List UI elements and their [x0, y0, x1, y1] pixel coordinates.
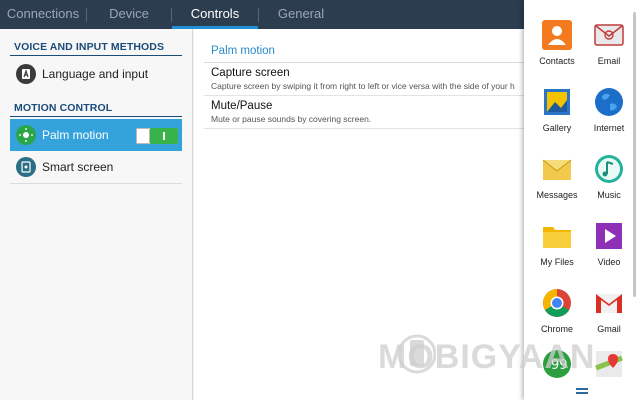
settings-sidebar: VOICE AND INPUT METHODS Language and inp… [0, 29, 193, 400]
sidebar-item-language-input[interactable]: Language and input [10, 58, 182, 90]
contacts-icon [541, 19, 573, 51]
option-capture-screen[interactable]: Capture screen Capture screen by swiping… [211, 67, 524, 91]
app-my-files[interactable]: My Files [528, 207, 586, 273]
option-mute-pause[interactable]: Mute/Pause Mute or pause sounds by cover… [211, 100, 524, 124]
messages-icon [541, 153, 573, 185]
smart-screen-icon [16, 157, 36, 177]
app-gmail[interactable]: Gmail [580, 274, 638, 340]
sidebar-item-smart-screen[interactable]: Smart screen [10, 151, 182, 183]
page-title: Palm motion [211, 45, 275, 57]
title-divider [204, 62, 524, 63]
palm-motion-icon [16, 125, 36, 145]
option-divider [204, 95, 524, 96]
gallery-icon [541, 86, 573, 118]
app-contacts[interactable]: Contacts [528, 6, 586, 72]
option-description: Capture screen by swiping it from right … [211, 81, 515, 91]
option-title: Capture screen [211, 67, 290, 79]
palm-motion-toggle[interactable] [136, 128, 178, 144]
app-label: Chrome [540, 324, 573, 334]
app-video[interactable]: Video [580, 207, 638, 273]
tab-controls[interactable]: Controls [172, 0, 258, 29]
app-label: My Files [540, 257, 574, 267]
drawer-bottom-bar [524, 382, 640, 400]
gmail-icon [593, 287, 625, 319]
item-divider [10, 183, 182, 184]
app-internet[interactable]: Internet [580, 73, 638, 139]
section-divider [10, 55, 182, 56]
app-messages[interactable]: Messages [528, 140, 586, 206]
app-chrome[interactable]: Chrome [528, 274, 586, 340]
tab-connections[interactable]: Connections [0, 0, 86, 29]
app-label: Contacts [539, 56, 575, 66]
app-label: Gmail [597, 324, 621, 334]
video-icon [593, 220, 625, 252]
app-music[interactable]: Music [580, 140, 638, 206]
tab-device[interactable]: Device [87, 0, 171, 29]
app-label: Internet [593, 123, 625, 133]
option-divider [204, 128, 524, 129]
app-label: Video [597, 257, 621, 267]
toggle-on-track [150, 128, 178, 144]
sidebar-item-palm-motion[interactable]: Palm motion [10, 119, 182, 151]
sidebar-item-label: Smart screen [42, 160, 114, 174]
app-email[interactable]: Email [580, 6, 638, 72]
drawer-handle-icon[interactable] [576, 388, 588, 394]
option-description: Mute or pause sounds by covering screen. [211, 114, 372, 124]
sidebar-item-label: Language and input [42, 67, 149, 81]
app-label: Gallery [542, 123, 572, 133]
drawer-scrollbar[interactable] [633, 12, 636, 297]
sidebar-item-label: Palm motion [42, 128, 109, 142]
app-label: Music [597, 190, 621, 200]
tab-general[interactable]: General [259, 0, 343, 29]
app-gallery[interactable]: Gallery [528, 73, 586, 139]
option-title: Mute/Pause [211, 100, 273, 112]
watermark-text: MOBIGYAAN [378, 338, 596, 376]
chrome-icon [541, 287, 573, 319]
internet-icon [593, 86, 625, 118]
email-icon [593, 19, 625, 51]
maps-icon[interactable] [593, 348, 625, 380]
music-icon [593, 153, 625, 185]
section-divider [10, 116, 182, 117]
app-label: Messages [536, 190, 578, 200]
app-label: Email [597, 56, 621, 66]
toggle-knob [136, 128, 150, 144]
section-header-motion-control: MOTION CONTROL [14, 102, 113, 114]
keyboard-icon [16, 64, 36, 84]
my-files-icon [541, 220, 573, 252]
section-header-voice-input: VOICE AND INPUT METHODS [14, 41, 165, 53]
